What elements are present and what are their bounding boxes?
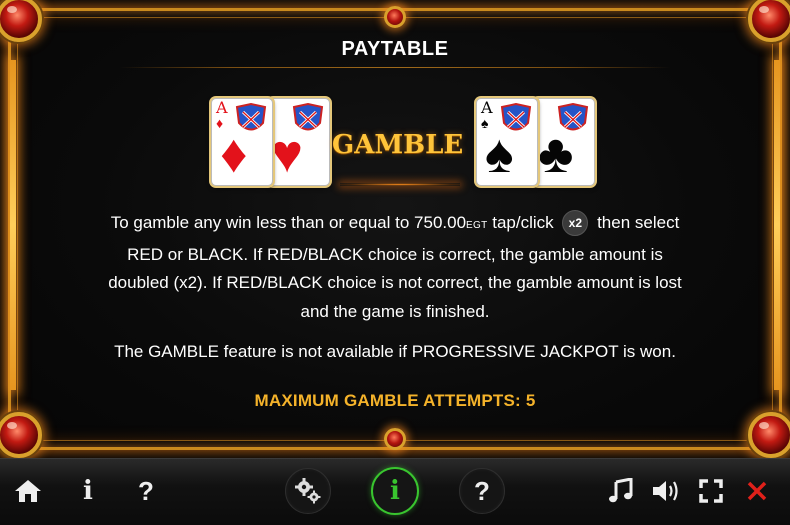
info-icon: i [390, 476, 400, 506]
rules-line-2: RED or BLACK. If RED/BLACK choice is cor… [127, 244, 663, 264]
rules-text: tap/click [487, 213, 559, 232]
paytable-panel: PAYTABLE ♥ A ♦ ♦ GAMBLE ♣ A ♠ ♠ To gambl… [0, 0, 790, 458]
ruby-gem-icon [748, 412, 790, 458]
x2-gamble-badge: x2 [562, 210, 589, 236]
rules-line-3: doubled (x2). If RED/BLACK choice is not… [108, 273, 682, 292]
ruby-gem-icon [384, 6, 406, 28]
home-button[interactable] [10, 473, 46, 509]
ruby-gem-icon [748, 0, 790, 42]
sound-icon [653, 481, 678, 501]
currency-label: EGT [466, 220, 488, 231]
crest-icon [500, 103, 532, 131]
close-icon [747, 481, 767, 501]
card-rank: A [481, 98, 493, 117]
card-black-front: A ♠ ♠ [476, 98, 538, 186]
max-gamble-attempts: MAXIMUM GAMBLE ATTEMPTS: 5 [254, 391, 536, 410]
gamble-limit-amount: 750.00 [414, 213, 467, 232]
title-divider [120, 67, 670, 68]
crest-icon [235, 103, 267, 131]
page-title: PAYTABLE [341, 38, 449, 60]
help-round-button[interactable]: ? [459, 468, 505, 514]
card-red-front: A ♦ ♦ [211, 98, 273, 186]
fullscreen-icon [699, 479, 723, 503]
crest-icon [557, 103, 589, 131]
sound-button[interactable] [648, 473, 684, 509]
help-icon: ? [474, 475, 490, 506]
home-icon [15, 480, 41, 502]
gamble-rules-text: To gamble any win less than or equal to … [40, 209, 750, 326]
info-button[interactable]: i [70, 473, 106, 509]
crest-icon [292, 103, 324, 131]
rules-line-4: and the game is finished. [300, 301, 490, 321]
music-button[interactable] [604, 473, 638, 509]
gamble-title: GAMBLE [332, 130, 464, 160]
paytable-info-button[interactable]: i [371, 467, 419, 515]
help-button[interactable]: ? [128, 473, 164, 509]
info-icon: i [83, 476, 93, 506]
gamble-underline-glow [340, 183, 460, 186]
close-button[interactable] [740, 473, 774, 509]
settings-icon [295, 478, 321, 504]
ruby-gem-icon [384, 428, 406, 450]
settings-button[interactable] [285, 468, 331, 514]
music-icon [609, 478, 633, 503]
frame-right-glow [774, 60, 780, 390]
card-red-back: ♥ [268, 98, 330, 186]
card-black-back: ♣ [533, 98, 595, 186]
jackpot-note: The GAMBLE feature is not available if P… [114, 342, 676, 361]
fullscreen-button[interactable] [694, 473, 728, 509]
frame-left-glow [10, 60, 16, 390]
card-rank: A [216, 98, 228, 117]
rules-text: then select [592, 213, 680, 232]
rules-text: To gamble any win less than or equal to [110, 213, 415, 232]
rules-line-1: To gamble any win less than or equal to … [40, 209, 750, 241]
help-icon: ? [138, 475, 154, 506]
bottom-toolbar: i ? i ? [0, 458, 790, 525]
ruby-gem-icon [0, 412, 42, 458]
